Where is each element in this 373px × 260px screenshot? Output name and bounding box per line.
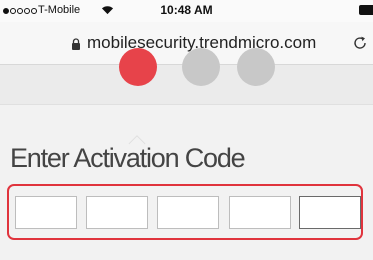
status-bar: T-Mobile 10:48 AM bbox=[0, 0, 373, 22]
step-3-indicator bbox=[237, 48, 275, 86]
step-1-indicator-active bbox=[119, 48, 157, 86]
clock: 10:48 AM bbox=[160, 3, 213, 17]
step-2-indicator bbox=[182, 48, 220, 86]
reload-icon[interactable] bbox=[352, 35, 368, 51]
page-title: Enter Activation Code bbox=[10, 143, 246, 173]
battery-icon bbox=[359, 5, 373, 15]
code-field-5[interactable] bbox=[299, 196, 361, 229]
code-field-3[interactable] bbox=[157, 196, 219, 229]
lock-icon bbox=[72, 38, 80, 50]
step-indicator bbox=[0, 48, 373, 104]
code-field-1[interactable] bbox=[15, 196, 77, 229]
activation-panel: Enter Activation Code bbox=[0, 104, 373, 260]
activation-code-group bbox=[7, 184, 363, 240]
code-field-2[interactable] bbox=[86, 196, 148, 229]
code-field-4[interactable] bbox=[229, 196, 291, 229]
